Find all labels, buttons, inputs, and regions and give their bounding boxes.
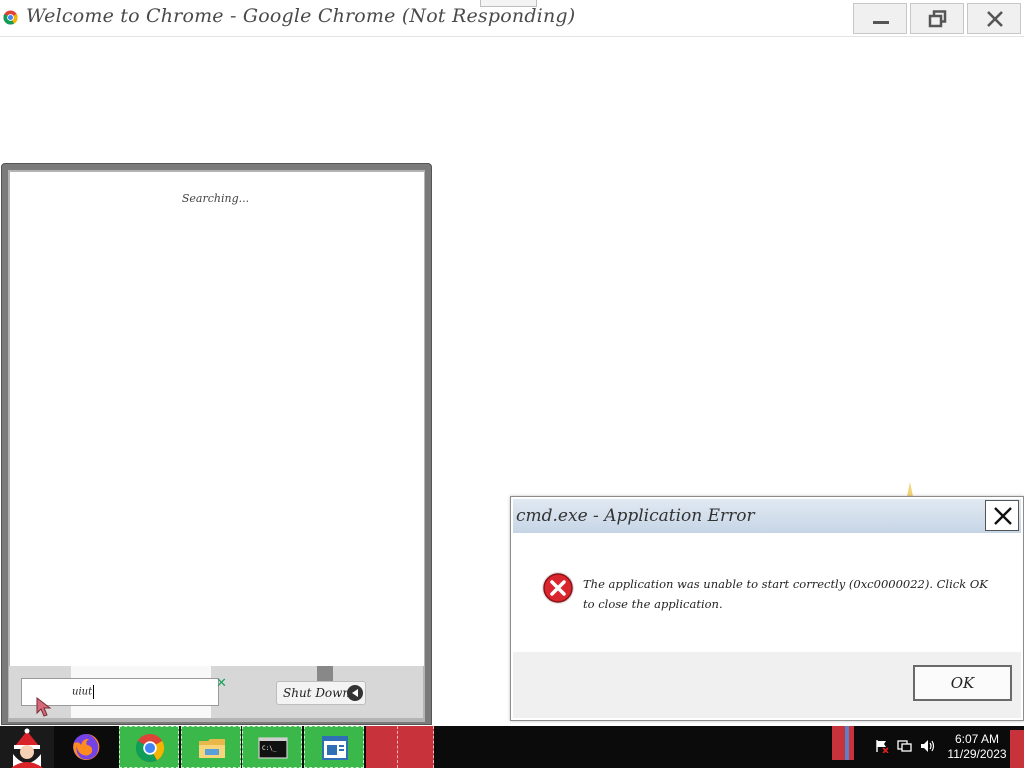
dialog-close-button[interactable]: [985, 500, 1019, 531]
chrome-title-bar: Welcome to Chrome - Google Chrome (Not R…: [0, 0, 1024, 37]
shutdown-arrow-icon: [347, 685, 363, 701]
mouse-cursor-icon: [36, 697, 52, 717]
dialog-title-bar: cmd.exe - Application Error: [513, 499, 1021, 533]
tray-notification-area[interactable]: [832, 726, 854, 760]
panel-content: [10, 172, 424, 666]
notepad-icon: [322, 736, 348, 760]
shutdown-label: Shut Down: [283, 686, 351, 700]
window-title: Welcome to Chrome - Google Chrome (Not R…: [26, 5, 576, 27]
application-error-dialog: cmd.exe - Application Error The applicat…: [510, 496, 1024, 721]
clock-time: 6:07 AM: [954, 732, 1000, 746]
close-button[interactable]: [967, 3, 1021, 34]
clear-search-icon[interactable]: ✕: [216, 677, 230, 691]
start-button[interactable]: [0, 726, 54, 768]
volume-icon[interactable]: [920, 739, 936, 753]
minimize-icon: [873, 21, 889, 24]
dialog-title: cmd.exe - Application Error: [516, 506, 755, 526]
searching-text: Searching...: [181, 192, 250, 205]
taskbar-firefox[interactable]: [56, 726, 116, 768]
search-input-value: uiut: [72, 686, 93, 698]
show-desktop-button[interactable]: [1010, 730, 1024, 768]
title-bar-notch: [480, 0, 537, 7]
system-clock[interactable]: 6:07 AM 11/29/2023: [944, 732, 1010, 762]
start-icon: [11, 728, 43, 768]
restore-button[interactable]: [910, 3, 964, 34]
taskbar-chrome[interactable]: [119, 726, 179, 768]
clock-date: 11/29/2023: [947, 747, 1007, 761]
taskbar-notepad[interactable]: [304, 726, 364, 768]
taskbar-command-prompt[interactable]: C:\_: [242, 726, 302, 768]
taskbar: C:\_ 6:07 AM 11/29/2023: [0, 726, 1024, 768]
close-icon: [994, 507, 1012, 525]
dialog-message: The application was unable to start corr…: [583, 577, 988, 611]
restore-icon: [928, 10, 947, 28]
action-center-flag-icon[interactable]: [875, 739, 889, 753]
chrome-icon: [3, 10, 18, 25]
command-prompt-icon: C:\_: [258, 737, 288, 759]
firefox-icon: [73, 733, 100, 760]
minimize-button[interactable]: [853, 3, 907, 34]
error-icon: [542, 572, 574, 604]
svg-text:C:\_: C:\_: [262, 745, 277, 752]
chrome-icon: [135, 733, 165, 763]
taskbar-segment-red-1[interactable]: [366, 726, 398, 768]
taskbar-file-explorer[interactable]: [181, 726, 241, 768]
taskbar-segment-red-2[interactable]: [398, 726, 434, 768]
spark-icon: [907, 482, 913, 496]
network-icon[interactable]: [897, 739, 913, 753]
text-caret: [93, 685, 95, 699]
file-explorer-icon: [199, 739, 225, 758]
ok-button[interactable]: OK: [913, 665, 1012, 701]
shutdown-button[interactable]: Shut Down: [276, 681, 366, 705]
close-icon: [987, 11, 1003, 27]
